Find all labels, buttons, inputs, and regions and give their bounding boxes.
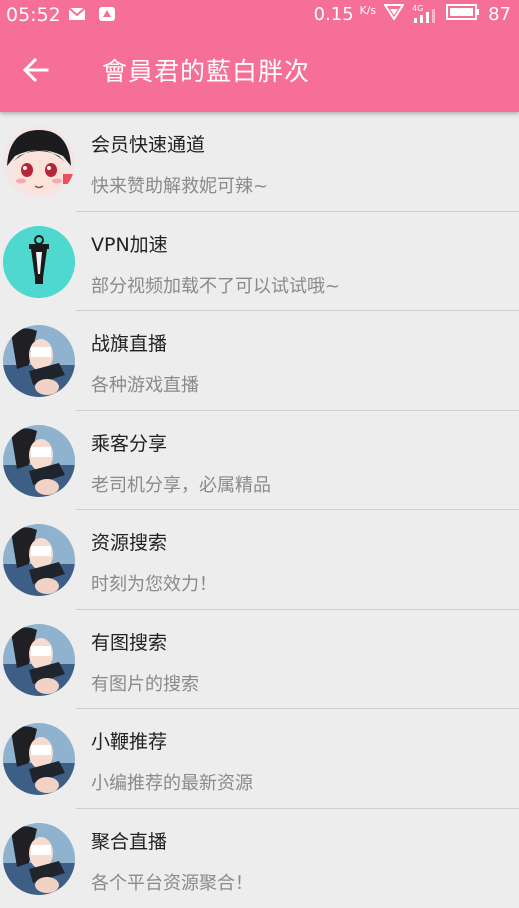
item-title: 乘客分享 [91, 429, 167, 456]
item-title: 会员快速通道 [91, 130, 205, 157]
wifi-icon [384, 4, 404, 25]
anime-girl-figure-avatar [3, 723, 75, 795]
list-item-vpn[interactable]: VPN加速 部分视频加载不了可以试试哦~ [0, 212, 519, 312]
anime-girl-figure-avatar [3, 425, 75, 497]
item-subtitle: 小编推荐的最新资源 [91, 769, 253, 795]
app-bar: 05:52 0.15 K/s 4G 87 會員 [0, 0, 519, 112]
anime-girl-face-avatar [3, 126, 75, 198]
notification-icon [98, 6, 116, 22]
item-title: 有图搜索 [91, 628, 167, 655]
battery-icon [446, 4, 480, 25]
item-subtitle: 时刻为您效力！ [91, 570, 217, 596]
back-button[interactable] [14, 50, 58, 94]
list-item-aggregate-live[interactable]: 聚合直播 各个平台资源聚合！ [0, 809, 519, 908]
list-item-image-search[interactable]: 有图搜索 有图片的搜索 [0, 610, 519, 710]
list-item-vip[interactable]: 会员快速通道 快来赞助解救妮可辣~ [0, 112, 519, 212]
item-subtitle: 部分视频加载不了可以试试哦~ [91, 272, 340, 298]
item-title: 聚合直播 [91, 827, 167, 854]
mail-icon [68, 6, 86, 22]
item-subtitle: 各个平台资源聚合！ [91, 869, 253, 895]
signal-icon: 4G [412, 6, 438, 24]
item-title: 小鞭推荐 [91, 727, 167, 754]
list-item-share[interactable]: 乘客分享 老司机分享，必属精品 [0, 411, 519, 511]
status-time: 05:52 [6, 4, 61, 26]
item-subtitle: 老司机分享，必属精品 [91, 471, 271, 497]
anime-girl-figure-avatar [3, 823, 75, 895]
status-bar: 05:52 0.15 K/s 4G 87 [0, 0, 519, 30]
anime-girl-figure-avatar [3, 524, 75, 596]
item-title: 资源搜索 [91, 528, 167, 555]
arrow-back-icon [23, 57, 49, 87]
page-title: 會員君的藍白胖次 [102, 52, 310, 88]
item-subtitle: 各种游戏直播 [91, 371, 199, 397]
list-item-zhanqi[interactable]: 战旗直播 各种游戏直播 [0, 311, 519, 411]
list-item-recommend[interactable]: 小鞭推荐 小编推荐的最新资源 [0, 709, 519, 809]
item-title: 战旗直播 [91, 329, 167, 356]
menu-list: 会员快速通道 快来赞助解救妮可辣~ VPN加速 部分视频加载不了可以试试哦~ 战… [0, 112, 519, 908]
item-subtitle: 快来赞助解救妮可辣~ [91, 172, 268, 198]
toolbar: 會員君的藍白胖次 [0, 30, 519, 112]
anime-girl-figure-avatar [3, 325, 75, 397]
network-speed: 0.15 K/s [314, 4, 376, 25]
anime-girl-figure-avatar [3, 624, 75, 696]
battery-level: 87 [488, 4, 511, 25]
item-title: VPN加速 [91, 230, 168, 257]
list-item-resource-search[interactable]: 资源搜索 时刻为您效力！ [0, 510, 519, 610]
item-subtitle: 有图片的搜索 [91, 670, 199, 696]
status-right: 0.15 K/s 4G 87 [314, 4, 511, 25]
lantern-icon [3, 226, 75, 298]
